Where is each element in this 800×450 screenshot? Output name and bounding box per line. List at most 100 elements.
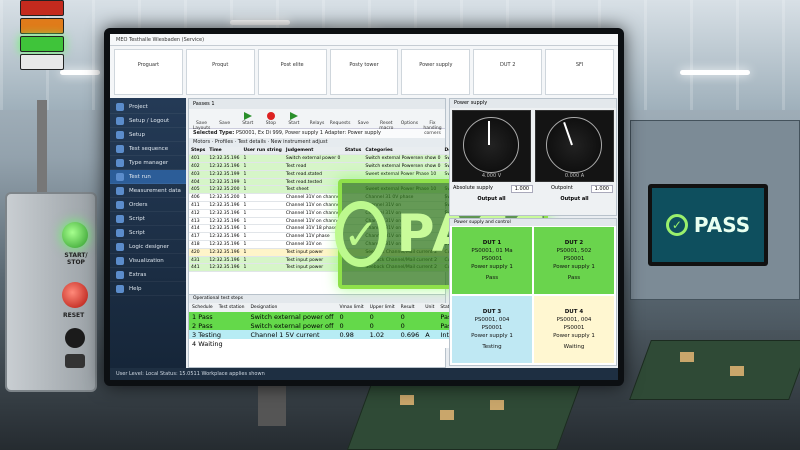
tool-button[interactable]: Proguart — [114, 49, 183, 95]
orders-icon — [116, 200, 124, 209]
output-all-button[interactable]: Output all — [477, 196, 505, 202]
status-text: User Level: Local Status: 15.0511 Workpl… — [116, 371, 265, 377]
dut-line: PS0001 — [481, 256, 503, 262]
ribbon-button[interactable]: Fix handing corners — [422, 111, 443, 136]
dut-tile[interactable]: DUT 2 PS0001, 502 PS0001 Power supply 1 Pass — [534, 227, 614, 294]
tool-button[interactable]: Power supply — [401, 49, 471, 95]
ribbon-button[interactable]: Save Layouts — [191, 111, 212, 131]
sidebar-item-project[interactable]: Project — [110, 100, 186, 114]
output-all-button[interactable]: Output all — [560, 196, 588, 202]
sidebar-item-setup-logout[interactable]: Setup / Logout — [110, 114, 186, 128]
circuit-board — [629, 340, 800, 400]
grid-header-cell[interactable]: Categories — [363, 147, 443, 156]
tool-button[interactable]: Proqut — [185, 49, 255, 95]
board-component — [440, 410, 454, 420]
sidebar-item-extras[interactable]: Extras — [110, 268, 186, 282]
aux-button[interactable] — [65, 328, 85, 348]
dut-tile[interactable]: DUT 4 PS0001, 004 PS0001 Power supply 1 Wait… — [534, 296, 614, 363]
sidebar-item-help[interactable]: Help — [110, 282, 186, 296]
gauge-needle — [488, 121, 490, 145]
start-stop-button[interactable] — [62, 222, 88, 248]
dut-tile[interactable]: DUT 1 PS0001, 01 Ma PS0001 Power supply 1 Pa… — [452, 227, 532, 294]
step-cell: 0 — [336, 321, 367, 330]
ribbon-button[interactable]: Reset macro — [376, 111, 397, 131]
dut-tile[interactable]: DUT 3 PS0001, 004 PS0001 Power supply 1 Test… — [452, 296, 532, 363]
ribbon-button[interactable]: Options — [399, 111, 420, 126]
board-component — [730, 366, 744, 376]
tool-button[interactable]: Posty tower — [329, 49, 399, 95]
dut-line: Power supply 1 — [553, 333, 595, 339]
dut-name: DUT 2 — [564, 240, 584, 246]
ceiling-lamp — [60, 70, 100, 75]
output-buttons: Output all Output all — [450, 194, 616, 202]
step-row[interactable]: 2 Pass Switch external power off 0 0 0 Pass — [189, 321, 473, 330]
tab-motors[interactable]: Motors — [193, 139, 210, 145]
step-row[interactable]: 4 Waiting — [189, 339, 473, 348]
step-row[interactable]: 1 Pass Switch external power off 0 0 0 Pass — [189, 312, 473, 321]
tab-instrument-adjust[interactable]: New instrument adjust — [271, 139, 328, 145]
ribbon-button[interactable]: Save — [353, 111, 374, 126]
circuit-board — [346, 378, 584, 450]
table-cell: Channel 31V on channel — [283, 193, 343, 203]
step-cell: 0 — [366, 312, 398, 321]
step-cell — [247, 339, 337, 348]
sidebar-item-logic-designer[interactable]: Logic designer — [110, 240, 186, 254]
table-cell: 1 — [241, 240, 284, 249]
table-cell: Switch external power 0 — [283, 154, 343, 164]
stop-button[interactable]: Stop — [260, 111, 281, 126]
tab-profiles[interactable]: Profiles — [215, 139, 233, 145]
sidebar-item-visualization[interactable]: Visualization — [110, 254, 186, 268]
sidebar-item-script-2[interactable]: Script — [110, 226, 186, 240]
sidebar-item-label: Orders — [129, 202, 148, 208]
script-icon — [116, 228, 124, 237]
grid-header-cell[interactable]: User run string — [241, 147, 284, 156]
sidebar-item-setup[interactable]: Setup — [110, 128, 186, 142]
grid-header-cell[interactable]: Time — [207, 147, 242, 156]
table-cell: 1 — [241, 248, 284, 257]
table-cell: 12:32.35.196 — [207, 263, 242, 273]
step-cell: 3 Testing — [189, 330, 248, 339]
check-icon: ✓ — [335, 201, 387, 267]
sidebar-item-script[interactable]: Script — [110, 212, 186, 226]
ribbon-button[interactable]: Save — [214, 111, 235, 126]
tab-test-details[interactable]: Test details — [238, 139, 266, 145]
start-button[interactable]: Start — [283, 111, 304, 126]
table-cell: 1 — [241, 256, 284, 265]
table-cell: 12:32.35.199 — [207, 170, 242, 179]
tool-button[interactable]: DUT 2 — [473, 49, 543, 95]
grid-header-cell[interactable]: Steps — [189, 147, 208, 156]
sidebar-item-orders[interactable]: Orders — [110, 198, 186, 212]
selected-type-value: PS0001, Ex Di 999, Power supply 1 — [235, 130, 324, 136]
window-title: MEO Testhalle Wiesbaden (Service) — [110, 34, 618, 46]
table-cell: 401 — [189, 154, 208, 164]
steps-header-cell: Unit — [425, 305, 435, 310]
step-cell: 0 — [397, 321, 423, 330]
table-cell: Switch external Powersen show 0 — [363, 154, 443, 164]
voltage-value[interactable]: 1.000 — [510, 185, 534, 193]
sidebar-item-type-manager[interactable]: Type manager — [110, 156, 186, 170]
start-button[interactable]: Start — [237, 111, 258, 126]
ribbon-button[interactable]: Relays — [306, 111, 327, 126]
table-cell: 412 — [189, 209, 208, 218]
reset-button[interactable] — [62, 282, 88, 308]
grid-header-cell[interactable]: Judgement — [283, 147, 343, 156]
grid-header-cell[interactable]: Status — [342, 147, 364, 156]
step-row[interactable]: 3 Testing Channel 1 5V current 0.98 1.02 0.6… — [189, 330, 473, 339]
tool-button[interactable]: Post elite — [257, 49, 327, 95]
status-bar: User Level: Local Status: 15.0511 Workpl… — [110, 368, 618, 380]
sidebar-item-label: Script — [129, 216, 145, 222]
ribbon-button[interactable]: Requests — [330, 111, 351, 126]
table-cell: 12:32.35.200 — [207, 193, 242, 203]
current-value[interactable]: 1.000 — [590, 185, 613, 193]
test-steps-panel: Operational test steps Schedule Test stat… — [188, 294, 473, 368]
steps-header-cell: Vmax limit — [339, 305, 364, 310]
key-switch[interactable] — [65, 354, 85, 368]
secondary-pass-text: PASS — [693, 213, 751, 237]
ceiling-lamp — [230, 20, 290, 25]
sidebar-item-test-sequence[interactable]: Test sequence — [110, 142, 186, 156]
steps-header-cell: Schedule — [192, 305, 213, 310]
sidebar-item-measurement-data[interactable]: Measurement data — [110, 184, 186, 198]
tool-button[interactable]: SFI — [545, 49, 615, 95]
sidebar-item-test-run[interactable]: Test run — [110, 170, 186, 184]
type-icon — [116, 158, 124, 167]
